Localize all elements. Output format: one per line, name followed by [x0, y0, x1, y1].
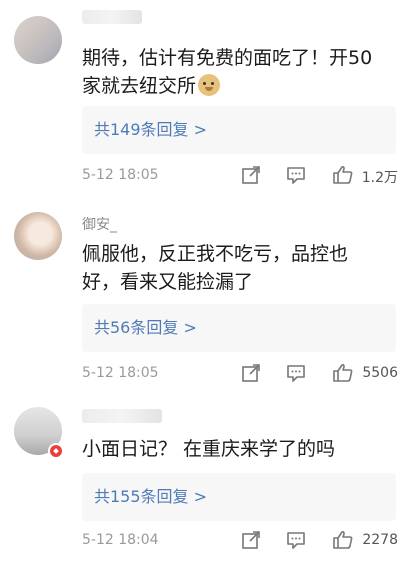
timestamp: 5-12 18:05: [82, 167, 159, 183]
avatar[interactable]: [14, 212, 62, 260]
timestamp: 5-12 18:05: [82, 365, 159, 381]
comment-text: 佩服他，反正我不吃亏，品控也好，看来又能捡漏了: [82, 243, 349, 293]
comment-meta: 5-12 18:04 2278: [82, 529, 398, 553]
comment-item: 小面日记？ 在重庆来学了的吗 共155条回复 > 5-12 18:04 2278: [0, 395, 410, 565]
like-count: 2278: [362, 532, 398, 548]
nickname-blurred[interactable]: [82, 409, 162, 423]
comment-icon[interactable]: [285, 164, 307, 186]
comment-text: 小面日记？ 在重庆来学了的吗: [82, 438, 336, 460]
forward-icon[interactable]: [240, 529, 262, 551]
comment-meta: 5-12 18:05 1.2万: [82, 164, 398, 188]
forward-icon[interactable]: [240, 362, 262, 384]
comment-meta: 5-12 18:05 5506: [82, 362, 398, 386]
comment-icon[interactable]: [285, 362, 307, 384]
forward-icon[interactable]: [240, 164, 262, 186]
verified-badge-icon: [48, 443, 64, 459]
like-icon[interactable]: [332, 164, 354, 186]
like-count: 5506: [362, 365, 398, 381]
nickname-blurred[interactable]: [82, 10, 142, 24]
nickname[interactable]: 御安_: [82, 214, 117, 233]
doge-emoji-icon: [198, 74, 221, 96]
comment-item: 御安_ 佩服他，反正我不吃亏，品控也好，看来又能捡漏了 共56条回复 > 5-1…: [0, 200, 410, 385]
reply-count-link[interactable]: 共149条回复 >: [82, 106, 396, 154]
avatar[interactable]: [14, 16, 62, 64]
comment-text: 期待，估计有免费的面吃了！开50家就去纽交所: [82, 47, 373, 97]
comment-icon[interactable]: [285, 529, 307, 551]
like-count: 1.2万: [361, 170, 398, 186]
comment-item: 期待，估计有免费的面吃了！开50家就去纽交所 共149条回复 > 5-12 18…: [0, 0, 410, 195]
like-icon[interactable]: [332, 529, 354, 551]
reply-count-link[interactable]: 共56条回复 >: [82, 304, 396, 352]
timestamp: 5-12 18:04: [82, 532, 159, 548]
like-icon[interactable]: [332, 362, 354, 384]
reply-count-link[interactable]: 共155条回复 >: [82, 473, 396, 521]
